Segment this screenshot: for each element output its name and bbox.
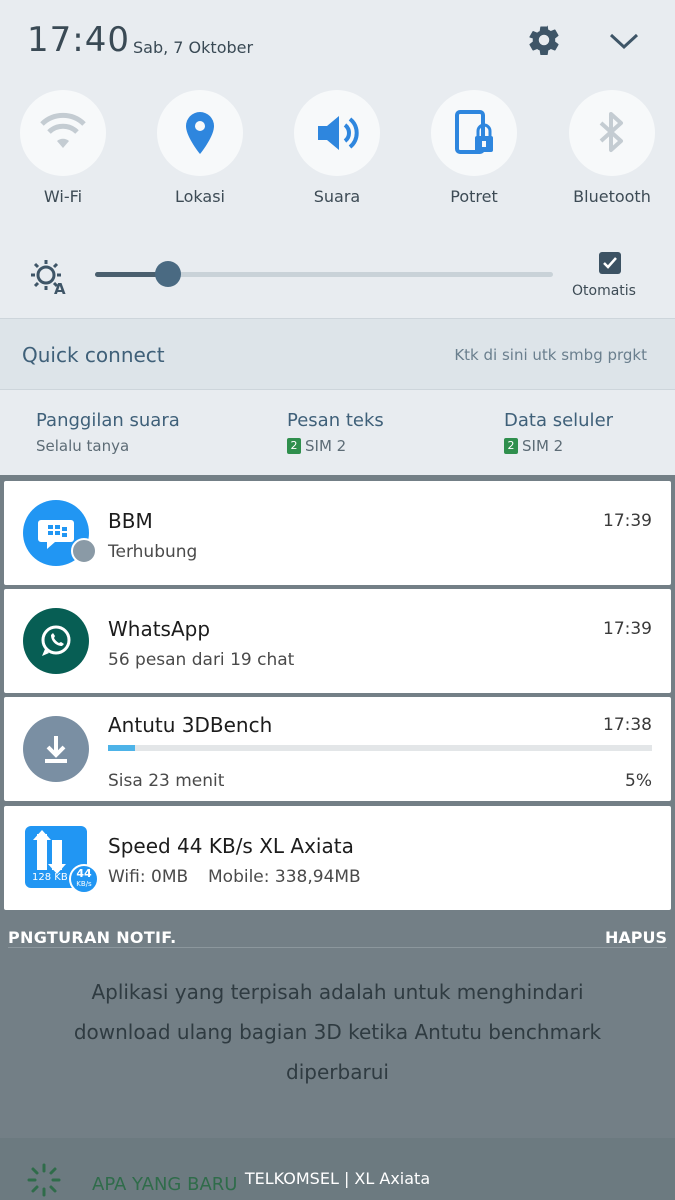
- clock: 17:40: [27, 20, 130, 60]
- wifi-label: Wi-Fi: [43, 187, 83, 206]
- sim-text-value: SIM 2: [305, 437, 347, 455]
- location-toggle[interactable]: [157, 90, 243, 176]
- divider: [8, 947, 667, 948]
- auto-brightness-label: Otomatis: [572, 283, 636, 299]
- chevron-down-icon[interactable]: [605, 26, 643, 56]
- wifi-toggle[interactable]: [20, 90, 106, 176]
- wifi-icon: [40, 112, 86, 148]
- sim-badge: 2: [504, 438, 518, 454]
- notification-settings-button[interactable]: PNGTURAN NOTIF.: [8, 928, 177, 947]
- sim-mobile-data[interactable]: Data seluler 2 SIM 2: [504, 410, 613, 455]
- sim-badge: 2: [287, 438, 301, 454]
- notification-speed-meter[interactable]: 128 KB 44 KB/s Speed 44 KB/s XL Axiata W…: [4, 806, 671, 910]
- check-icon: [603, 257, 617, 269]
- whatsapp-app-icon: [23, 608, 89, 674]
- brightness-auto-icon: A: [31, 260, 66, 296]
- sound-toggle[interactable]: [294, 90, 380, 176]
- bottom-bar: APA YANG BARU TELKOMSEL | XL Axiata: [0, 1138, 675, 1200]
- status-row: 17:40 Sab, 7 Oktober: [0, 0, 675, 80]
- portrait-label: Potret: [450, 187, 498, 206]
- date: Sab, 7 Oktober: [133, 38, 254, 57]
- antutu-percent: 5%: [625, 771, 652, 791]
- bbm-small-icon: [71, 538, 97, 564]
- sim-text-title: Pesan teks: [287, 410, 384, 431]
- quick-panel: 17:40 Sab, 7 Oktober Wi-Fi Lokasi Suara: [0, 0, 675, 475]
- bluetooth-label: Bluetooth: [573, 187, 651, 206]
- speed-badge-unit: KB/s: [76, 880, 92, 888]
- svg-text:A: A: [54, 280, 66, 296]
- download-progress-fill: [108, 745, 136, 751]
- speed-badge-value: 44: [76, 867, 92, 880]
- speed-wifi: Wifi: 0MB: [108, 867, 189, 887]
- location-icon: [186, 112, 214, 154]
- brightness-slider[interactable]: [95, 261, 553, 287]
- sim-voice-value: Selalu tanya: [36, 437, 130, 455]
- whatsapp-text: 56 pesan dari 19 chat: [108, 650, 295, 670]
- sound-icon: [318, 116, 359, 150]
- whatsapp-time: 17:39: [603, 619, 652, 639]
- bbm-title: BBM: [108, 509, 153, 533]
- download-progress-bar: [108, 745, 652, 751]
- background-app-text: Aplikasi yang terpisah adalah untuk meng…: [73, 980, 602, 1084]
- quick-connect-title: Quick connect: [22, 343, 165, 367]
- bluetooth-icon: [599, 112, 623, 152]
- carrier-label: TELKOMSEL | XL Axiata: [244, 1169, 431, 1188]
- download-icon: [45, 736, 67, 763]
- sim-voice-title: Panggilan suara: [36, 410, 180, 431]
- speed-icon-upload: 128 KB: [32, 872, 68, 883]
- location-label: Lokasi: [175, 187, 225, 206]
- notification-antutu[interactable]: Antutu 3DBench 17:38 Sisa 23 menit 5%: [4, 697, 671, 801]
- bluetooth-toggle[interactable]: [569, 90, 655, 176]
- speed-badge: 44 KB/s: [69, 864, 99, 894]
- auto-brightness-checkbox[interactable]: [599, 252, 621, 274]
- gear-icon[interactable]: [524, 22, 564, 58]
- whatsapp-title: WhatsApp: [108, 617, 211, 641]
- antutu-app-icon: [23, 716, 89, 782]
- sim-text-message[interactable]: Pesan teks 2 SIM 2: [287, 410, 384, 455]
- brightness-thumb[interactable]: [155, 261, 182, 287]
- antutu-title: Antutu 3DBench: [108, 713, 273, 737]
- sound-label: Suara: [313, 187, 361, 206]
- notification-actions: PNGTURAN NOTIF. HAPUS: [0, 918, 675, 954]
- quick-connect-bar[interactable]: Quick connect Ktk di sini utk smbg prgkt: [0, 318, 675, 390]
- speed-mobile: Mobile: 338,94MB: [208, 867, 361, 887]
- sim-data-value: SIM 2: [522, 437, 564, 455]
- clear-all-button[interactable]: HAPUS: [605, 928, 667, 947]
- notification-bbm[interactable]: BBM Terhubung 17:39: [4, 481, 671, 585]
- sim-data-title: Data seluler: [504, 410, 614, 431]
- sim-voice-call[interactable]: Panggilan suara Selalu tanya: [36, 410, 180, 455]
- antutu-remaining: Sisa 23 menit: [108, 771, 225, 791]
- antutu-time: 17:38: [603, 715, 652, 735]
- speed-title: Speed 44 KB/s XL Axiata: [108, 834, 354, 858]
- whatsapp-icon: [41, 625, 71, 656]
- bbm-text: Terhubung: [108, 542, 198, 562]
- portrait-toggle[interactable]: [431, 90, 517, 176]
- portrait-lock-icon: [455, 110, 493, 154]
- bbm-time: 17:39: [603, 511, 652, 531]
- notification-whatsapp[interactable]: WhatsApp 56 pesan dari 19 chat 17:39: [4, 589, 671, 693]
- quick-connect-hint: Ktk di sini utk smbg prgkt: [454, 346, 647, 364]
